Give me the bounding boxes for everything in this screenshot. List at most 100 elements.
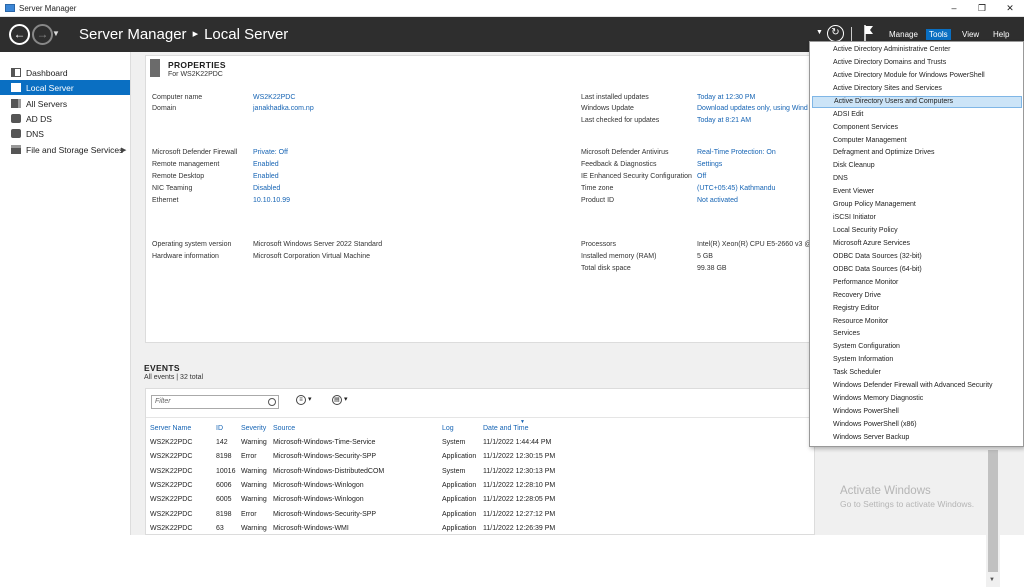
tools-menu-item-windows-defender-firewall-with-advanced-security[interactable]: Windows Defender Firewall with Advanced … xyxy=(812,380,1022,393)
search-icon[interactable] xyxy=(268,398,276,406)
tools-menu-item-windows-memory-diagnostic[interactable]: Windows Memory Diagnostic xyxy=(812,393,1022,406)
tools-menu-item-local-security-policy[interactable]: Local Security Policy xyxy=(812,225,1022,238)
tools-menu-item-disk-cleanup[interactable]: Disk Cleanup xyxy=(812,160,1022,173)
tools-menu-item-registry-editor[interactable]: Registry Editor xyxy=(812,303,1022,316)
refresh-dropdown-icon[interactable]: ▼ xyxy=(816,29,823,36)
maximize-button[interactable]: ❐ xyxy=(968,0,996,17)
tools-menu-item-dns[interactable]: DNS xyxy=(812,173,1022,186)
tools-menu-item-computer-management[interactable]: Computer Management xyxy=(812,135,1022,148)
tools-menu-item-performance-monitor[interactable]: Performance Monitor xyxy=(812,277,1022,290)
prop-value-nic-teaming[interactable]: Disabled xyxy=(253,185,280,192)
close-button[interactable]: ✕ xyxy=(996,0,1024,17)
prop-value-ethernet[interactable]: 10.10.10.99 xyxy=(253,197,290,204)
tools-menu-item-component-services[interactable]: Component Services xyxy=(812,122,1022,135)
tools-menu-item-resource-monitor[interactable]: Resource Monitor xyxy=(812,316,1022,329)
tools-menu[interactable]: Tools xyxy=(926,29,951,40)
tools-menu-item-system-configuration[interactable]: System Configuration xyxy=(812,341,1022,354)
cell-log: Application xyxy=(442,524,477,532)
sidebar-item-ad-ds[interactable]: AD DS xyxy=(0,111,130,126)
prop-label: Domain xyxy=(152,105,177,112)
tools-menu-item-adsi-edit[interactable]: ADSI Edit xyxy=(812,109,1022,122)
view-menu[interactable]: View xyxy=(959,29,982,40)
tools-menu-item-active-directory-module-for-windows-powershell[interactable]: Active Directory Module for Windows Powe… xyxy=(812,70,1022,83)
history-dropdown-icon[interactable]: ▼ xyxy=(52,29,60,38)
sidebar-item-file-and-storage[interactable]: File and Storage Services ▶ xyxy=(0,142,130,157)
sidebar-item-label: AD DS xyxy=(26,113,52,124)
notifications-flag-icon[interactable] xyxy=(864,25,874,41)
prop-value-remote-management[interactable]: Enabled xyxy=(253,161,279,168)
manage-menu[interactable]: Manage xyxy=(886,29,921,40)
list-options-button[interactable]: ≡ ▾ xyxy=(296,395,320,408)
tools-menu-item-group-policy-management[interactable]: Group Policy Management xyxy=(812,199,1022,212)
forward-button[interactable]: → xyxy=(32,24,53,45)
column-header-server-name[interactable]: Server Name xyxy=(150,425,191,432)
scroll-down-icon[interactable]: ▼ xyxy=(989,577,995,583)
column-header-id[interactable]: ID xyxy=(216,425,223,432)
prop-label: Remote management xyxy=(152,161,220,168)
prop-label: Installed memory (RAM) xyxy=(581,253,657,260)
prop-value-ie-esc[interactable]: Off xyxy=(697,173,706,180)
tools-menu-item-active-directory-sites-and-services[interactable]: Active Directory Sites and Services xyxy=(812,83,1022,96)
cell-date-time: 11/1/2022 12:28:10 PM xyxy=(483,481,556,489)
sidebar-item-label: File and Storage Services xyxy=(26,144,124,155)
sidebar-item-local-server[interactable]: Local Server xyxy=(0,80,130,95)
column-header-severity[interactable]: Severity xyxy=(241,425,266,432)
prop-value-product-id[interactable]: Not activated xyxy=(697,197,738,204)
column-header-date-time[interactable]: Date and Time xyxy=(483,425,529,432)
help-menu[interactable]: Help xyxy=(990,29,1012,40)
tools-menu-item-task-scheduler[interactable]: Task Scheduler xyxy=(812,367,1022,380)
tools-menu-item-iscsi-initiator[interactable]: iSCSI Initiator xyxy=(812,212,1022,225)
sidebar-item-all-servers[interactable]: All Servers xyxy=(0,96,130,111)
prop-value-remote-desktop[interactable]: Enabled xyxy=(253,173,279,180)
scrollbar-thumb[interactable] xyxy=(988,450,998,572)
cell-id: 8198 xyxy=(216,453,232,461)
sidebar-item-label: Dashboard xyxy=(26,67,68,78)
tools-menu-item-active-directory-domains-and-trusts[interactable]: Active Directory Domains and Trusts xyxy=(812,57,1022,70)
tools-menu-item-windows-server-backup[interactable]: Windows Server Backup xyxy=(812,432,1022,445)
sidebar-item-dns[interactable]: DNS xyxy=(0,126,130,141)
arrow-left-icon: ← xyxy=(13,27,26,41)
column-header-log[interactable]: Log xyxy=(442,425,454,432)
tools-menu-item-services[interactable]: Services xyxy=(812,328,1022,341)
prop-value-computer-name[interactable]: WS2K22PDC xyxy=(253,94,295,101)
tools-menu-item-microsoft-azure-services[interactable]: Microsoft Azure Services xyxy=(812,238,1022,251)
tools-menu-item-windows-powershell-x86[interactable]: Windows PowerShell (x86) xyxy=(812,419,1022,432)
window-title: Server Manager xyxy=(19,3,77,13)
prop-value-firewall[interactable]: Private: Off xyxy=(253,149,288,156)
prop-value-feedback[interactable]: Settings xyxy=(697,161,722,168)
prop-value-domain[interactable]: janakhadka.com.np xyxy=(253,105,314,112)
tools-menu-item-event-viewer[interactable]: Event Viewer xyxy=(812,186,1022,199)
expand-arrow-icon[interactable]: ▶ xyxy=(121,146,126,154)
sidebar-item-dashboard[interactable]: Dashboard xyxy=(0,65,130,80)
tools-menu-item-system-information[interactable]: System Information xyxy=(812,354,1022,367)
prop-value-windows-update[interactable]: Download updates only, using Wind xyxy=(697,105,808,112)
breadcrumb-root[interactable]: Server Manager xyxy=(79,26,187,43)
cell-log: Application xyxy=(442,453,477,461)
window-titlebar: Server Manager – ❐ ✕ xyxy=(0,0,1024,17)
cell-id: 10016 xyxy=(216,467,236,475)
back-button[interactable]: ← xyxy=(9,24,30,45)
column-header-source[interactable]: Source xyxy=(273,425,295,432)
tools-menu-item-active-directory-users-and-computers[interactable]: Active Directory Users and Computers xyxy=(812,95,1022,109)
properties-title: PROPERTIES xyxy=(168,60,226,70)
tools-menu-item-recovery-drive[interactable]: Recovery Drive xyxy=(812,290,1022,303)
servers-icon xyxy=(11,99,21,108)
cell-log: Application xyxy=(442,481,477,489)
tools-menu-item-windows-powershell[interactable]: Windows PowerShell xyxy=(812,406,1022,419)
tools-menu-item-odbc-data-sources-32-bit[interactable]: ODBC Data Sources (32-bit) xyxy=(812,251,1022,264)
refresh-button[interactable]: ↻ xyxy=(827,25,844,42)
tools-menu-item-defragment-and-optimize-drives[interactable]: Defragment and Optimize Drives xyxy=(812,147,1022,160)
cell-source: Microsoft-Windows-Winlogon xyxy=(273,481,364,489)
events-filter-input[interactable]: Filter xyxy=(151,395,279,409)
tools-menu-item-odbc-data-sources-64-bit[interactable]: ODBC Data Sources (64-bit) xyxy=(812,264,1022,277)
cell-date-time: 11/1/2022 12:27:12 PM xyxy=(483,510,556,518)
prop-value-defender-antivirus[interactable]: Real-Time Protection: On xyxy=(697,149,776,156)
prop-value-last-installed-updates[interactable]: Today at 12:30 PM xyxy=(697,94,755,101)
prop-value-last-checked[interactable]: Today at 8:21 AM xyxy=(697,117,751,124)
prop-value-time-zone[interactable]: (UTC+05:45) Kathmandu xyxy=(697,185,775,192)
properties-subtitle: For WS2K22PDC xyxy=(168,71,223,78)
tools-menu-item-active-directory-administrative-center[interactable]: Active Directory Administrative Center xyxy=(812,44,1022,57)
cell-log: System xyxy=(442,467,466,475)
view-options-button[interactable]: ▤ ▾ xyxy=(332,395,356,408)
minimize-button[interactable]: – xyxy=(940,0,968,17)
